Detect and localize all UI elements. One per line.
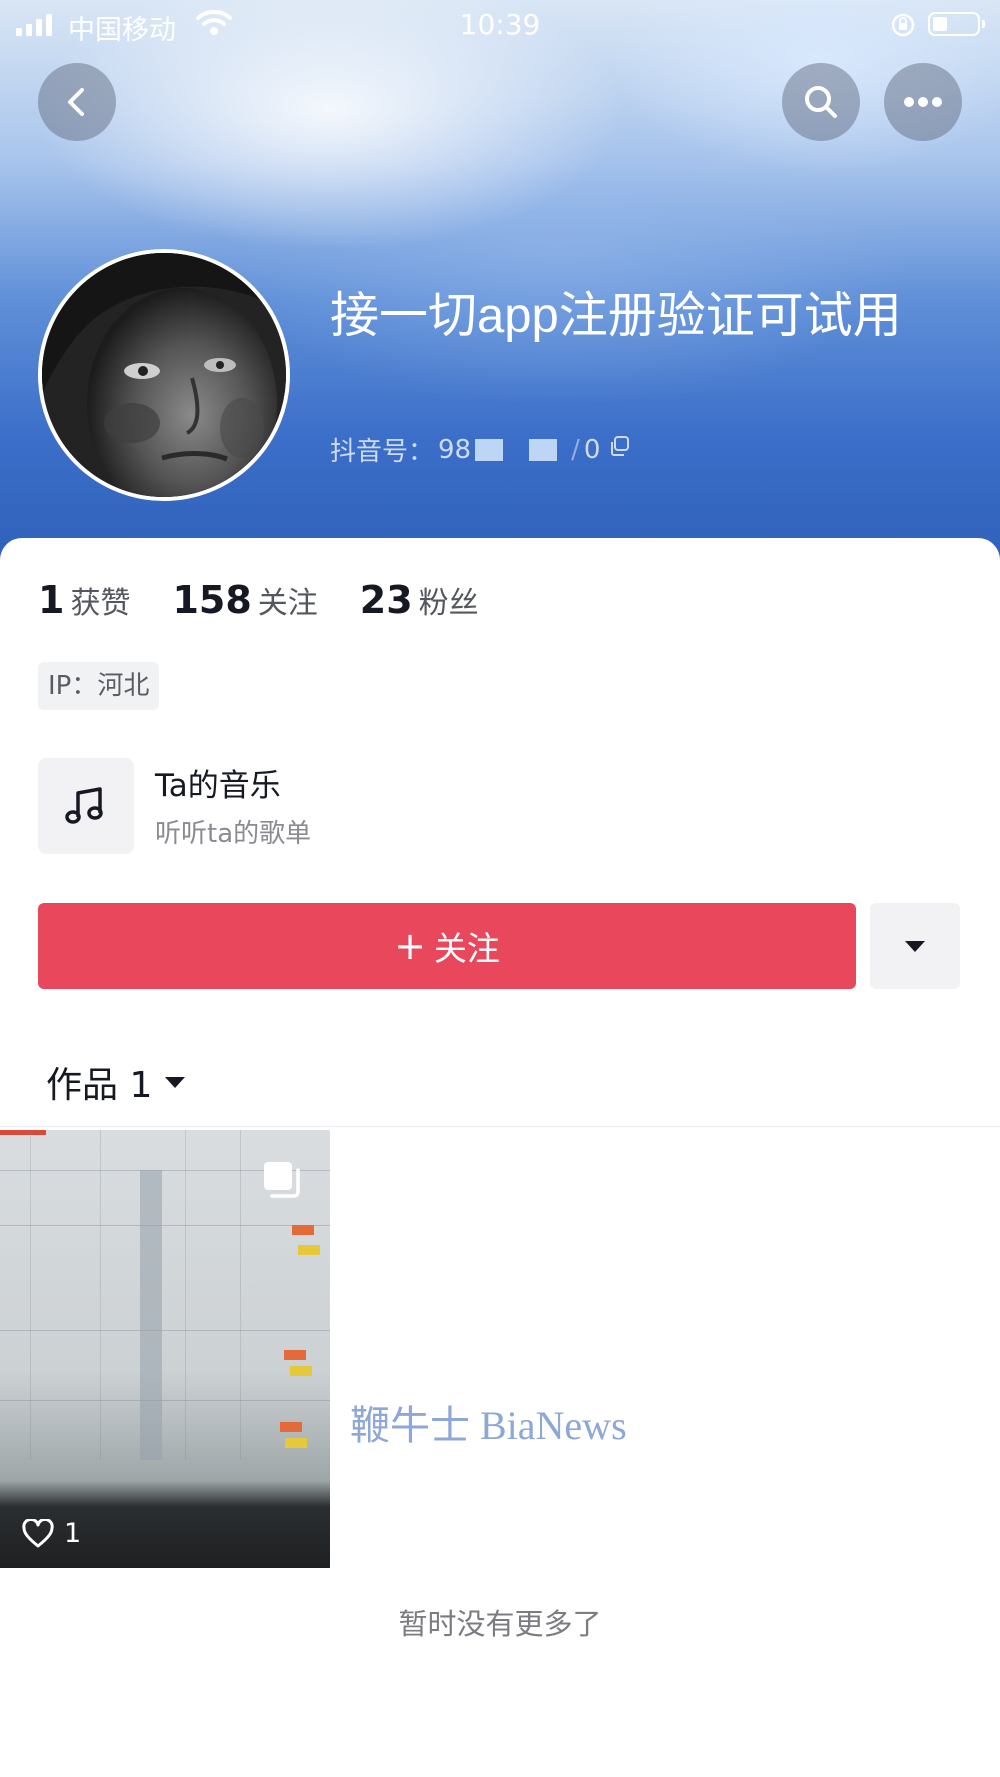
battery-icon	[928, 12, 985, 36]
caret-down-icon	[165, 1077, 186, 1088]
watermark: 鞭牛士 BiaNews	[350, 1403, 627, 1448]
plus-icon: +	[394, 924, 426, 968]
profile-card: 1 获赞 158 关注 23 粉丝 IP：河北 Ta的音乐 听听ta的歌单 + …	[0, 538, 1000, 1777]
douyin-id-start: 98	[438, 434, 472, 465]
video-thumbnail[interactable]: 1	[0, 1130, 330, 1568]
heart-icon	[22, 1518, 54, 1547]
multi-image-icon	[262, 1160, 302, 1204]
video-likes: 1	[22, 1518, 81, 1549]
profile-name: 接一切app注册验证可试用	[330, 289, 902, 343]
search-button[interactable]	[782, 63, 860, 141]
back-icon	[68, 88, 84, 116]
douyin-id[interactable]: 抖音号： 98 / 0	[330, 431, 632, 468]
douyin-id-label: 抖音号：	[330, 437, 435, 467]
divider	[0, 1126, 1000, 1127]
stat-label: 获赞	[70, 586, 131, 621]
avatar[interactable]	[38, 249, 290, 501]
stat-following[interactable]: 158 关注	[172, 578, 317, 622]
follow-button[interactable]: + 关注	[38, 903, 856, 989]
music-title: Ta的音乐	[155, 768, 281, 804]
caret-down-icon	[905, 941, 925, 952]
more-icon	[904, 97, 942, 107]
stat-value: 1	[38, 578, 65, 622]
stat-value: 158	[172, 578, 252, 622]
tab-works-label: 作品 1	[46, 1065, 153, 1106]
id-redaction	[529, 438, 558, 461]
recommend-dropdown-button[interactable]	[870, 903, 960, 989]
likes-count: 1	[64, 1518, 82, 1549]
douyin-id-end: 0	[583, 434, 601, 465]
douyin-id-partial: /	[571, 434, 580, 465]
no-more-text: 暂时没有更多了	[398, 1607, 602, 1641]
copy-icon[interactable]	[608, 434, 632, 465]
id-redaction	[475, 438, 504, 461]
stat-likes[interactable]: 1 获赞	[38, 578, 130, 622]
ip-location-tag: IP：河北	[38, 662, 160, 710]
rotation-lock-icon	[890, 12, 916, 45]
stats-row: 1 获赞 158 关注 23 粉丝	[38, 578, 521, 622]
search-icon	[805, 86, 837, 118]
stat-label: 粉丝	[418, 586, 479, 621]
stat-label: 关注	[257, 586, 318, 621]
status-bar: 中国移动 10:39	[0, 0, 1000, 50]
music-subtitle: 听听ta的歌单	[155, 819, 312, 849]
music-note-icon	[38, 758, 134, 854]
music-entry[interactable]: Ta的音乐 听听ta的歌单	[38, 758, 638, 856]
more-button[interactable]	[884, 63, 962, 141]
tab-works[interactable]: 作品 1	[46, 1056, 186, 1108]
stat-followers[interactable]: 23 粉丝	[360, 578, 479, 622]
status-time: 10:39	[459, 8, 541, 41]
back-button[interactable]	[38, 63, 116, 141]
stat-value: 23	[359, 578, 413, 622]
follow-label: 关注	[433, 929, 500, 968]
